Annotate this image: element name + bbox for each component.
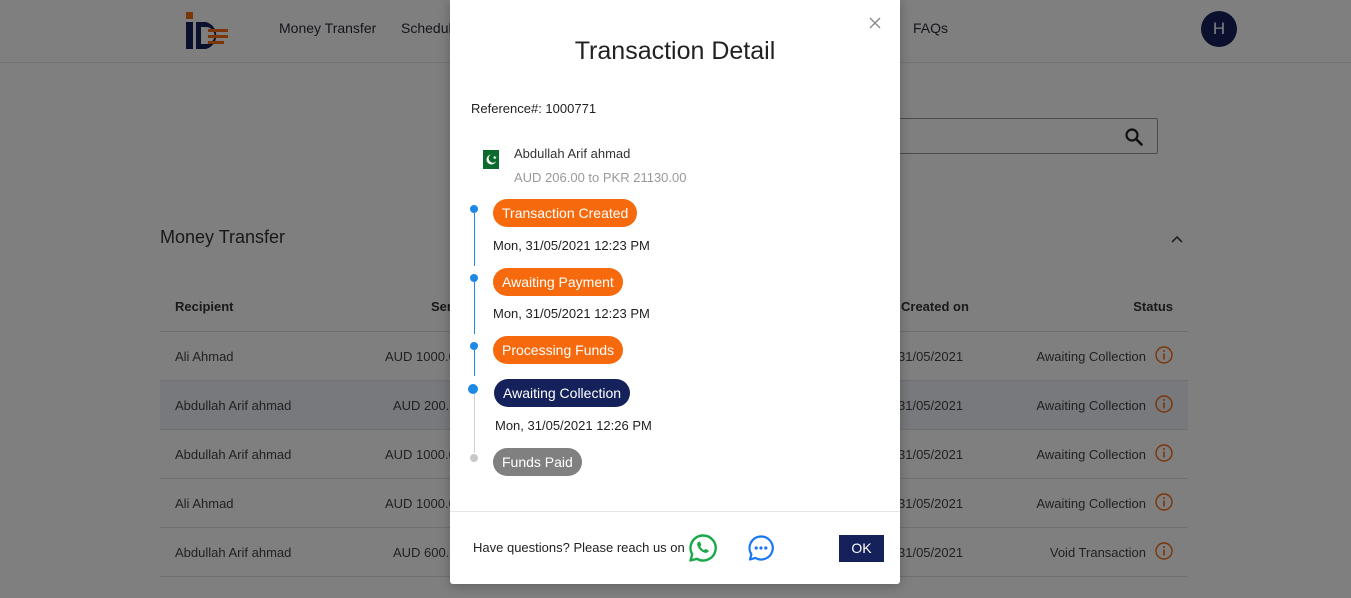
status-transaction-created: Transaction Created <box>493 199 638 227</box>
timeline-dot-pending <box>470 454 478 462</box>
timeline-dot <box>470 205 478 213</box>
conversion-amount: AUD 206.00 to PKR 21130.00 <box>514 170 687 185</box>
status-processing-funds: Processing Funds <box>493 336 624 364</box>
transaction-detail-modal: Transaction Detail Reference#: 1000771 A… <box>450 0 900 584</box>
timeline-dot <box>470 274 478 282</box>
status-awaiting-collection: Awaiting Collection <box>494 379 631 407</box>
timeline-connector <box>474 393 475 453</box>
help-text: Have questions? Please reach us on <box>473 540 685 555</box>
reference-number: Reference#: 1000771 <box>471 101 597 116</box>
status-timestamp: Mon, 31/05/2021 12:26 PM <box>495 418 652 433</box>
status-awaiting-payment: Awaiting Payment <box>493 268 623 296</box>
timeline-connector <box>474 350 475 376</box>
timeline-connector <box>474 282 475 334</box>
timeline-dot-current <box>468 384 478 394</box>
close-icon[interactable] <box>868 16 882 30</box>
ok-button[interactable]: OK <box>839 535 884 562</box>
recipient-name: Abdullah Arif ahmad <box>514 146 631 161</box>
status-funds-paid: Funds Paid <box>493 448 582 476</box>
timeline-connector <box>474 213 475 266</box>
status-timestamp: Mon, 31/05/2021 12:23 PM <box>493 306 650 321</box>
timeline-dot <box>470 342 478 350</box>
modal-title: Transaction Detail <box>574 37 776 65</box>
messenger-icon[interactable] <box>747 534 775 562</box>
footer-divider <box>450 511 900 512</box>
whatsapp-icon[interactable] <box>688 533 718 563</box>
status-timestamp: Mon, 31/05/2021 12:23 PM <box>493 238 650 253</box>
pakistan-flag-icon <box>478 150 499 169</box>
